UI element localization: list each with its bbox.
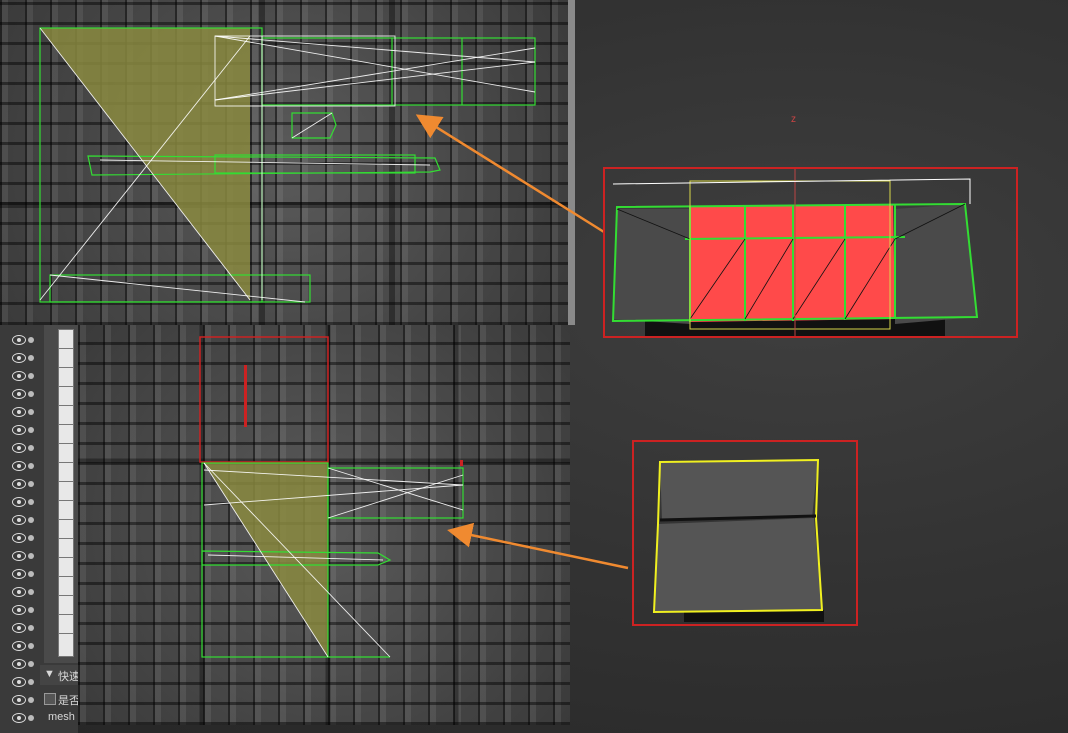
z-axis-label: z — [791, 114, 796, 125]
roof-result-svg — [652, 458, 824, 622]
roof-model-selected[interactable] — [603, 167, 1018, 338]
roof-svg — [611, 169, 979, 336]
annotation-arrows — [415, 114, 629, 570]
arrow-top — [415, 114, 605, 234]
roof-model-result[interactable] — [632, 440, 858, 626]
arrow-bottom — [447, 522, 629, 570]
